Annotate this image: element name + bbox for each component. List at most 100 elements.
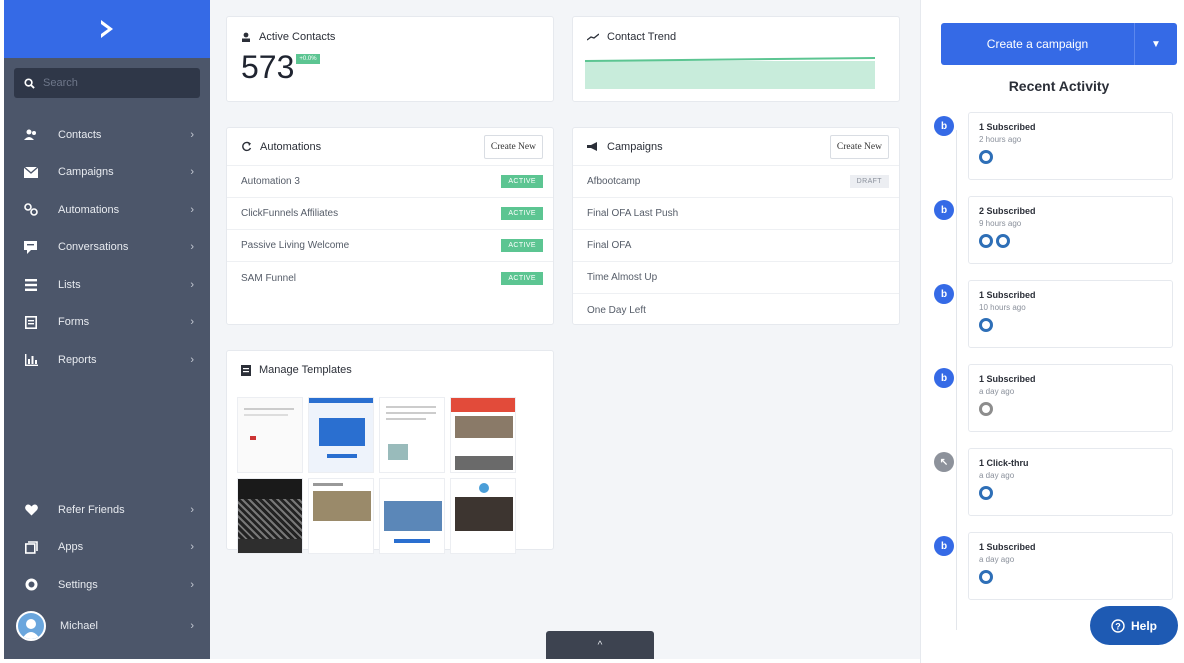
template-thumbnail[interactable] bbox=[237, 397, 303, 473]
lists-icon bbox=[24, 278, 38, 292]
create-campaign-small-button[interactable]: Create New bbox=[829, 134, 889, 159]
card-title: Automations bbox=[241, 141, 321, 153]
activity-time: 10 hours ago bbox=[979, 303, 1026, 312]
sidebar-item-lists[interactable]: Lists › bbox=[4, 266, 210, 304]
sidebar-item-label: Apps bbox=[58, 541, 84, 554]
create-campaign-dropdown-button[interactable]: ▼ bbox=[1134, 23, 1177, 65]
activity-time: 9 hours ago bbox=[979, 219, 1022, 228]
contact-trend-card: Contact Trend bbox=[572, 16, 900, 102]
campaign-name: Final OFA Last Push bbox=[587, 208, 679, 219]
template-thumbnail[interactable] bbox=[308, 397, 374, 473]
manage-templates-title: Manage Templates bbox=[259, 364, 352, 376]
create-campaign-split-button: Create a campaign ▼ bbox=[941, 23, 1177, 65]
sidebar-item-conversations[interactable]: Conversations › bbox=[4, 229, 210, 267]
activity-item[interactable]: 1 Click-thru a day ago bbox=[968, 448, 1173, 516]
sidebar-item-automations[interactable]: Automations › bbox=[4, 191, 210, 229]
sidebar-item-apps[interactable]: Apps › bbox=[4, 529, 210, 567]
sidebar-item-user[interactable]: Michael › bbox=[4, 604, 210, 648]
help-icon: ? bbox=[1111, 618, 1125, 633]
chevron-right-icon: › bbox=[190, 203, 194, 216]
contact-avatar-icon[interactable] bbox=[979, 150, 993, 164]
svg-text:?: ? bbox=[1115, 621, 1121, 631]
sync-icon bbox=[242, 141, 252, 152]
card-title: Campaigns bbox=[587, 141, 663, 153]
user-icon bbox=[242, 32, 250, 42]
sidebar: Contacts › Campaigns › Automations › Con… bbox=[4, 0, 210, 659]
activity-title: 1 Subscribed bbox=[979, 290, 1036, 300]
sidebar-bottom-nav: Refer Friends › Apps › Settings › Michae… bbox=[4, 491, 210, 648]
sidebar-item-label: Automations bbox=[58, 203, 120, 216]
help-label: Help bbox=[1130, 618, 1157, 633]
contact-avatar-icon[interactable] bbox=[979, 486, 993, 500]
trend-line-icon bbox=[587, 33, 599, 41]
activity-contacts bbox=[979, 402, 1162, 416]
campaign-name: Afbootcamp bbox=[587, 176, 641, 187]
campaign-row[interactable]: One Day Left bbox=[573, 294, 899, 326]
activity-title: 2 Subscribed bbox=[979, 206, 1036, 216]
activity-item[interactable]: 1 Subscribed a day ago bbox=[968, 364, 1173, 432]
template-thumbnail[interactable] bbox=[379, 397, 445, 473]
campaign-row[interactable]: Afbootcamp DRAFT bbox=[573, 166, 899, 198]
card-title: Manage Templates bbox=[241, 364, 352, 376]
template-thumbnail[interactable] bbox=[379, 478, 445, 554]
status-badge: ACTIVE bbox=[501, 271, 543, 285]
contact-avatar-icon[interactable] bbox=[996, 234, 1010, 248]
contacts-change-badge: +0.0% bbox=[296, 54, 320, 64]
avatar bbox=[16, 610, 46, 641]
template-grid bbox=[227, 389, 553, 562]
automation-row[interactable]: Passive Living Welcome ACTIVE bbox=[227, 230, 553, 262]
automation-row[interactable]: SAM Funnel ACTIVE bbox=[227, 262, 553, 294]
automation-name: SAM Funnel bbox=[241, 272, 297, 284]
activity-item[interactable]: 1 Subscribed a day ago bbox=[968, 532, 1173, 600]
logo-icon bbox=[101, 20, 113, 38]
megaphone-icon bbox=[587, 141, 597, 151]
search-input[interactable] bbox=[43, 77, 183, 89]
chevron-right-icon: › bbox=[190, 503, 194, 516]
create-campaign-button[interactable]: Create a campaign bbox=[941, 23, 1134, 65]
contact-avatar-icon[interactable] bbox=[979, 402, 993, 416]
activity-item[interactable]: 1 Subscribed 2 hours ago bbox=[968, 112, 1173, 180]
sidebar-item-reports[interactable]: Reports › bbox=[4, 341, 210, 379]
contact-avatar-icon[interactable] bbox=[979, 570, 993, 584]
collapse-panel-tab[interactable]: ^ bbox=[546, 631, 654, 659]
create-automation-button[interactable]: Create New bbox=[483, 134, 543, 159]
campaign-row[interactable]: Final OFA Last Push bbox=[573, 198, 899, 230]
activity-item[interactable]: 2 Subscribed 9 hours ago bbox=[968, 196, 1173, 264]
automation-row[interactable]: ClickFunnels Affiliates ACTIVE bbox=[227, 198, 553, 230]
contact-avatar-icon[interactable] bbox=[979, 318, 993, 332]
card-header: Manage Templates bbox=[227, 351, 553, 389]
campaign-row[interactable]: Final OFA bbox=[573, 230, 899, 262]
logo-bar[interactable] bbox=[4, 0, 210, 58]
sidebar-item-forms[interactable]: Forms › bbox=[4, 304, 210, 342]
automation-row[interactable]: Automation 3 ACTIVE bbox=[227, 166, 553, 198]
sidebar-item-settings[interactable]: Settings › bbox=[4, 566, 210, 604]
conversations-icon bbox=[24, 240, 38, 254]
contact-avatar-icon[interactable] bbox=[979, 234, 993, 248]
template-thumbnail[interactable] bbox=[237, 478, 303, 554]
active-contacts-count: 573 bbox=[241, 49, 295, 85]
active-contacts-card: Active Contacts 573 +0.0% bbox=[226, 16, 554, 102]
forms-icon bbox=[24, 315, 38, 329]
sidebar-item-contacts[interactable]: Contacts › bbox=[4, 116, 210, 154]
template-thumbnail[interactable] bbox=[450, 397, 516, 473]
help-button[interactable]: ? Help bbox=[1090, 606, 1178, 645]
sidebar-item-label: Contacts bbox=[58, 128, 102, 141]
click-activity-icon: ↖ bbox=[934, 452, 954, 472]
campaign-row[interactable]: Time Almost Up bbox=[573, 262, 899, 294]
search-box[interactable] bbox=[14, 68, 200, 98]
template-thumbnail[interactable] bbox=[308, 478, 374, 554]
sidebar-item-campaigns[interactable]: Campaigns › bbox=[4, 154, 210, 192]
automations-card: Automations Create New Automation 3 ACTI… bbox=[226, 127, 554, 325]
sidebar-item-refer-friends[interactable]: Refer Friends › bbox=[4, 491, 210, 529]
automation-name: Automation 3 bbox=[241, 176, 300, 187]
activity-title: 1 Click-thru bbox=[979, 458, 1029, 468]
campaigns-title: Campaigns bbox=[607, 140, 663, 153]
chevron-right-icon: › bbox=[190, 619, 194, 632]
activity-item[interactable]: 1 Subscribed 10 hours ago bbox=[968, 280, 1173, 348]
automation-name: Passive Living Welcome bbox=[241, 240, 350, 251]
right-panel: Create a campaign ▼ Recent Activity b 1 S… bbox=[920, 0, 1184, 663]
template-thumbnail[interactable] bbox=[450, 478, 516, 554]
sidebar-item-label: Conversations bbox=[58, 241, 129, 254]
campaign-name: Final OFA bbox=[587, 240, 632, 251]
card-header: Campaigns Create New bbox=[573, 128, 899, 166]
